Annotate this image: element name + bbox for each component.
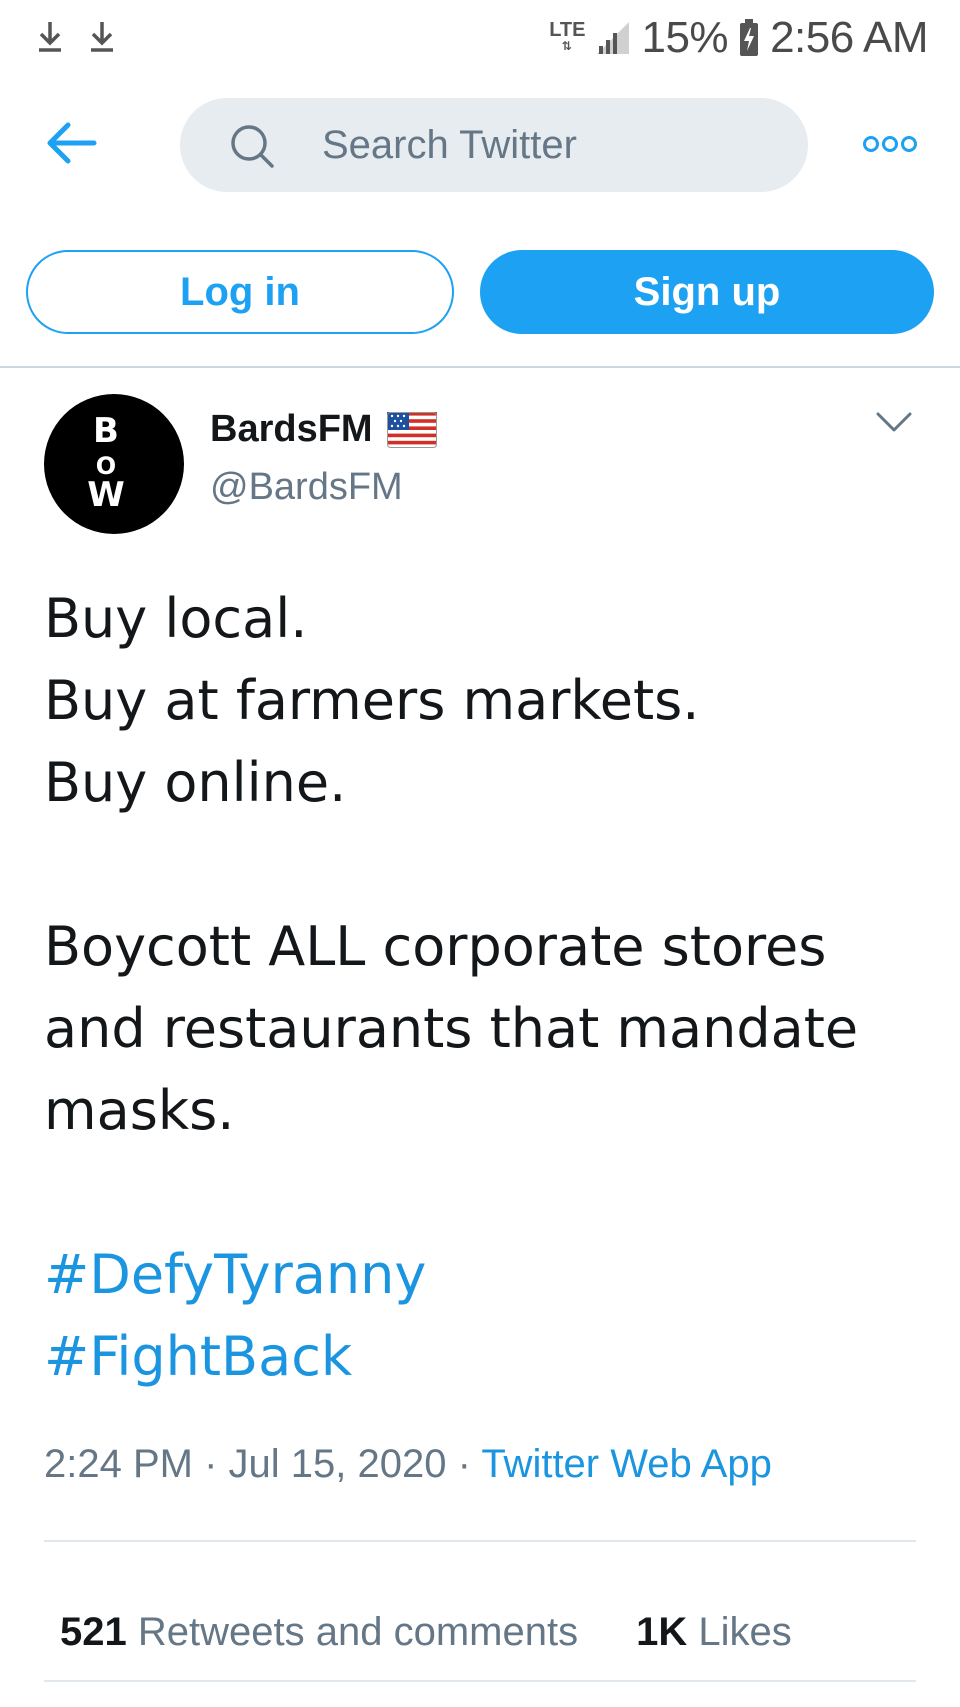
divider [44, 1540, 916, 1542]
tweet-line: Boycott ALL corporate stores [44, 915, 827, 978]
auth-row: Log in Sign up [0, 250, 960, 336]
tweet-line: masks. [44, 1079, 235, 1142]
status-bar: LTE ⇅ 15% 2:56 AM [0, 0, 960, 76]
tweet-time[interactable]: 2:24 PM [44, 1442, 193, 1486]
tweet-source[interactable]: Twitter Web App [481, 1442, 772, 1486]
retweets-stat[interactable]: 521 Retweets and comments [60, 1610, 578, 1655]
download-icon [39, 22, 61, 52]
chevron-down-icon[interactable] [874, 410, 914, 436]
likes-stat[interactable]: 1K Likes [636, 1610, 792, 1655]
network-indicator: LTE ⇅ [549, 19, 586, 53]
battery-percent: 15% [641, 13, 729, 62]
signal-icon [597, 22, 630, 54]
search-input[interactable] [320, 98, 780, 192]
svg-text:W: W [87, 475, 125, 515]
likes-count: 1K [636, 1610, 688, 1654]
search-icon [231, 125, 274, 168]
retweets-count: 521 [60, 1610, 127, 1654]
tweet-line: Buy local. [44, 587, 308, 650]
tweet-metadata: 2:24 PM · Jul 15, 2020 · Twitter Web App [44, 1442, 772, 1486]
display-name[interactable]: BardsFM [210, 408, 373, 451]
us-flag-icon [386, 411, 437, 448]
handle[interactable]: @BardsFM [210, 466, 403, 509]
clock: 2:56 AM [770, 13, 928, 62]
login-button[interactable]: Log in [26, 250, 454, 334]
retweets-label: Retweets and comments [137, 1610, 579, 1654]
divider [0, 366, 960, 368]
back-arrow-icon[interactable] [44, 118, 98, 168]
tweet-text: Buy local. Buy at farmers markets. Buy o… [44, 578, 934, 1398]
author-name-row: BardsFM [210, 408, 437, 451]
top-bar [0, 96, 960, 192]
avatar-logo: B O W [87, 411, 125, 515]
svg-text:B: B [93, 411, 119, 451]
more-options-icon[interactable] [862, 134, 918, 154]
avatar[interactable]: B O W [44, 394, 184, 534]
hashtag-link[interactable]: #FightBack [44, 1316, 934, 1398]
signup-button[interactable]: Sign up [480, 250, 934, 334]
search-bar[interactable] [180, 98, 808, 192]
tweet-date[interactable]: Jul 15, 2020 [229, 1442, 447, 1486]
tweet-line: Buy online. [44, 751, 347, 814]
battery-charging-icon [740, 19, 759, 56]
divider [44, 1680, 916, 1682]
tweet-line: Buy at farmers markets. [44, 669, 700, 732]
likes-label: Likes [698, 1610, 792, 1654]
tweet-line: and restaurants that mandate [44, 997, 859, 1060]
download-icon [91, 22, 113, 52]
hashtag-link[interactable]: #DefyTyranny [44, 1234, 934, 1316]
tweet-stats: 521 Retweets and comments 1K Likes [60, 1610, 792, 1655]
